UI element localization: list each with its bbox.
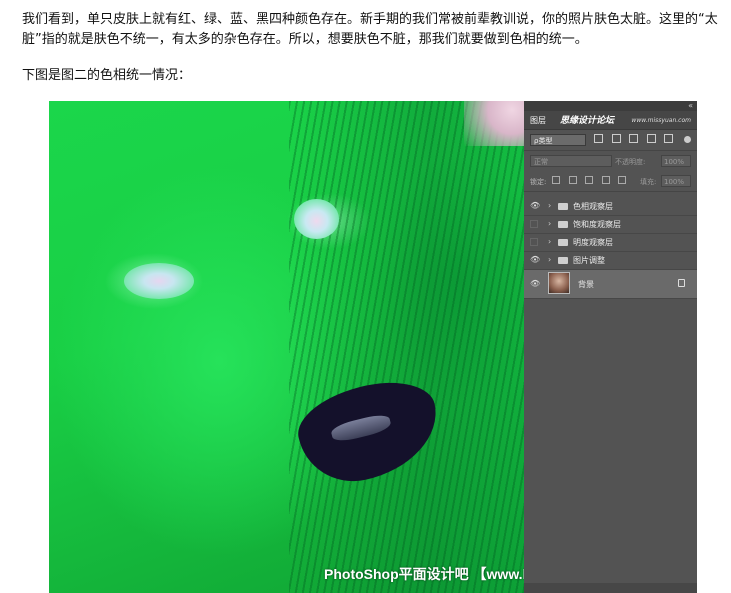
folder-icon (558, 239, 568, 246)
folder-icon (558, 221, 568, 228)
chevron-right-icon[interactable]: › (548, 255, 551, 264)
chevron-right-icon[interactable]: › (548, 201, 551, 210)
screenshot-figure: PhotoShop平面设计吧 【www.linecg.com/tieba/178… (49, 101, 697, 593)
green-hue-portrait-image: PhotoShop平面设计吧 【www.linecg.com/tieba/178… (49, 101, 681, 593)
filter-icons (594, 134, 679, 145)
fill-input[interactable]: 100% (661, 175, 691, 187)
collapse-icon[interactable]: « (688, 101, 693, 110)
intro-paragraph: 我们看到，单只皮肤上就有红、绿、蓝、黑四种颜色存在。新手期的我们常被前辈教训说，… (22, 12, 718, 47)
eye-icon[interactable]: 👁 (530, 256, 540, 264)
layers-panel: « 图层 思缘设计论坛 www.missyuan.com ρ类型 正常 不透明度… (524, 101, 697, 593)
corner-region (464, 101, 524, 146)
lock-icons (552, 176, 632, 186)
smart-object-filter-icon[interactable] (664, 134, 674, 143)
layer-row[interactable]: 👁 › 图片调整 (524, 252, 697, 270)
figure-caption: 下图是图二的色相统一情况： (22, 68, 192, 83)
chevron-right-icon[interactable]: › (548, 219, 551, 228)
lock-row: 锁定: 填充: 100% (524, 171, 697, 192)
layer-row[interactable]: › 明度观察层 (524, 234, 697, 252)
shape-filter-icon[interactable] (646, 134, 656, 143)
chevron-right-icon[interactable]: › (548, 237, 551, 246)
brand-watermark: 思缘设计论坛 (560, 116, 615, 126)
visibility-off-box[interactable] (530, 238, 538, 246)
layer-name: 饱和度观察层 (573, 220, 621, 229)
lock-all-icon[interactable] (618, 176, 627, 184)
filter-kind-select[interactable]: ρ类型 (530, 134, 586, 146)
tab-layers[interactable]: 图层 (530, 115, 546, 126)
folder-icon (558, 203, 568, 210)
pixel-filter-icon[interactable] (594, 134, 603, 143)
panel-footer (524, 583, 697, 593)
layer-row-background[interactable]: 👁 背景 (524, 270, 697, 299)
lock-transparent-icon[interactable] (552, 176, 560, 184)
right-eye-region (294, 199, 339, 239)
layer-name: 背景 (578, 280, 594, 289)
opacity-label: 不透明度: (615, 158, 646, 166)
filter-toggle-icon[interactable] (684, 136, 691, 143)
eye-icon[interactable]: 👁 (530, 202, 540, 210)
lock-artboard-icon[interactable] (601, 176, 610, 184)
panel-header: 图层 思缘设计论坛 www.missyuan.com (524, 111, 697, 130)
layer-row[interactable]: › 饱和度观察层 (524, 216, 697, 234)
lock-brush-icon[interactable] (568, 176, 577, 184)
hair-region (289, 101, 524, 593)
lock-icon (678, 279, 685, 287)
fill-label: 填充: (640, 178, 657, 186)
layer-thumbnail (548, 272, 570, 294)
folder-icon (558, 257, 568, 264)
eye-icon[interactable]: 👁 (530, 280, 540, 288)
adjustment-filter-icon[interactable] (611, 134, 621, 143)
panel-titlebar: « (524, 101, 697, 111)
lock-move-icon[interactable] (585, 176, 594, 184)
site-watermark: www.missyuan.com (631, 117, 691, 124)
layer-name: 图片调整 (573, 256, 605, 265)
layers-list: 👁 › 色相观察层 › 饱和度观察层 › 明度观察层 👁 › 图片调整 👁 背景 (524, 198, 697, 299)
layer-name: 色相观察层 (573, 202, 613, 211)
left-eye-region (124, 263, 194, 299)
blend-row: 正常 不透明度: 100% (524, 150, 697, 171)
layer-row[interactable]: 👁 › 色相观察层 (524, 198, 697, 216)
type-filter-icon[interactable] (629, 134, 639, 143)
filter-row: ρ类型 (524, 130, 697, 150)
blend-mode-select[interactable]: 正常 (530, 155, 612, 167)
lock-label: 锁定: (530, 178, 547, 186)
visibility-off-box[interactable] (530, 220, 538, 228)
opacity-input[interactable]: 100% (661, 155, 691, 167)
layer-name: 明度观察层 (573, 238, 613, 247)
